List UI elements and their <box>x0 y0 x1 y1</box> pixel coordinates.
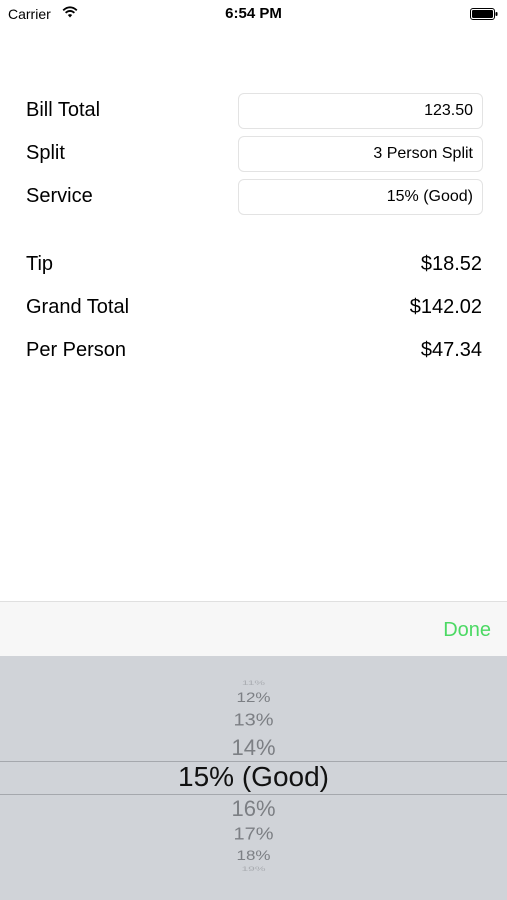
picker-item-selected[interactable]: 15% (Good) <box>0 761 507 793</box>
picker-selection-bottom-line <box>0 794 507 795</box>
per-person-label: Per Person <box>26 339 127 361</box>
picker-item[interactable]: 16% <box>0 796 507 822</box>
status-time: 6:54 PM <box>225 5 282 22</box>
service-field[interactable]: 15% (Good) <box>238 179 483 215</box>
grand-total-value: $142.02 <box>409 296 482 318</box>
picker-item[interactable]: 19% <box>0 866 507 873</box>
per-person-value: $47.34 <box>420 339 482 361</box>
picker-item[interactable]: 17% <box>0 824 507 845</box>
status-bar: Carrier 6:54 PM <box>0 0 507 28</box>
battery-icon <box>470 8 498 20</box>
split-label: Split <box>26 142 65 164</box>
picker-toolbar: Done <box>0 601 507 656</box>
picker-item[interactable]: 12% <box>0 690 507 706</box>
service-picker[interactable]: 11% 12% 13% 14% 15% (Good) 16% 17% 18% 1… <box>0 656 507 900</box>
tip-label: Tip <box>26 253 54 275</box>
done-button[interactable]: Done <box>443 619 491 642</box>
picker-item[interactable]: 11% <box>0 680 507 687</box>
bill-total-field[interactable]: 123.50 <box>238 93 483 129</box>
picker-item[interactable]: 13% <box>0 710 507 731</box>
picker-item[interactable]: 14% <box>0 735 507 761</box>
grand-total-label: Grand Total <box>26 296 130 318</box>
tip-value: $18.52 <box>420 253 482 275</box>
split-field[interactable]: 3 Person Split <box>238 136 483 172</box>
service-label: Service <box>26 185 93 207</box>
bill-total-label: Bill Total <box>26 99 101 121</box>
picker-item[interactable]: 18% <box>0 848 507 864</box>
